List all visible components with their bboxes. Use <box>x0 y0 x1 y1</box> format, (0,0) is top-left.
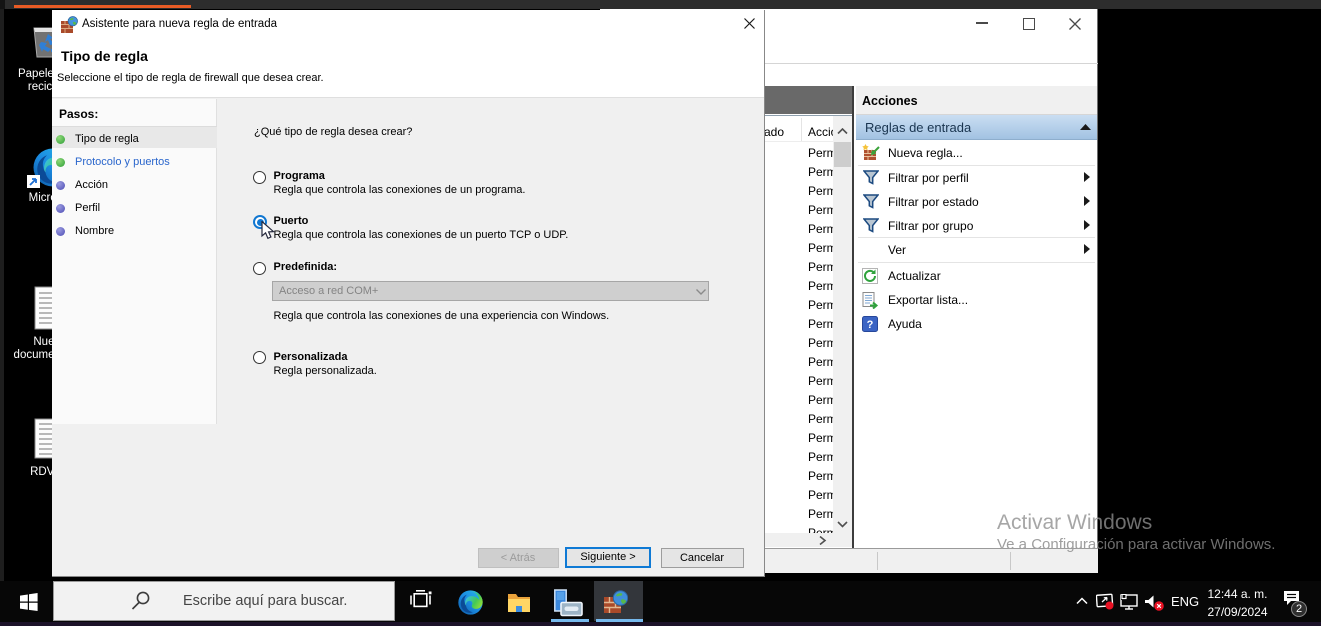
svg-text:?: ? <box>867 319 874 331</box>
